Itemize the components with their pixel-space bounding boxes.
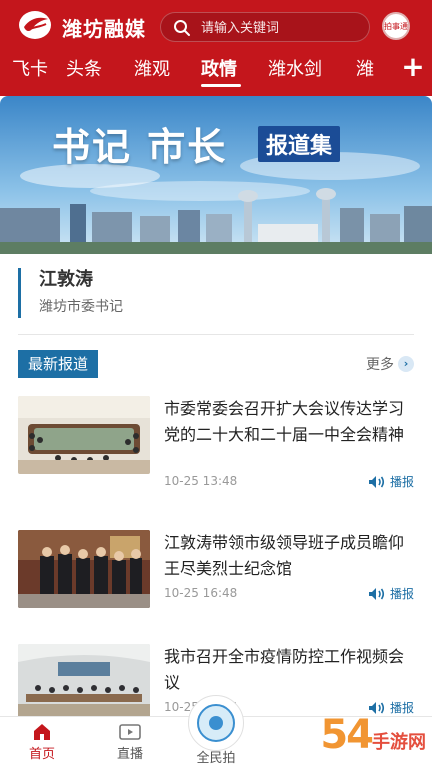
- broadcast-button[interactable]: 播报: [368, 473, 414, 490]
- tab-weishuijian[interactable]: 潍水剑: [268, 55, 322, 81]
- nav-home[interactable]: 首页: [12, 723, 72, 762]
- add-channel-icon[interactable]: +: [400, 52, 426, 82]
- active-tab-indicator: [201, 84, 241, 87]
- site-watermark: 54手游网: [320, 712, 426, 758]
- tab-weiguan[interactable]: 潍观: [134, 55, 170, 81]
- search-bar[interactable]: [160, 12, 370, 42]
- nav-live[interactable]: 直播: [100, 723, 160, 762]
- broadcast-label: 播报: [389, 475, 414, 489]
- news-title: 江敦涛带领市级领导班子成员瞻仰王尽美烈士纪念馆: [164, 533, 405, 578]
- divider: [18, 334, 414, 335]
- home-icon: [34, 724, 50, 740]
- nav-live-label: 直播: [116, 747, 143, 762]
- report-badge-button[interactable]: 拍事通: [382, 12, 410, 40]
- search-icon: [174, 20, 190, 36]
- more-label: 更多: [366, 357, 394, 373]
- tab-wei[interactable]: 潍: [356, 55, 374, 81]
- person-card[interactable]: 江敦涛 潍坊市委书记: [18, 268, 414, 318]
- tab-toutiao[interactable]: 头条: [66, 55, 102, 81]
- nav-citizen-photo[interactable]: 全民拍: [186, 747, 246, 766]
- more-link[interactable]: 更多 ›: [366, 354, 414, 374]
- news-thumbnail: [18, 396, 150, 474]
- banner-badge: 报道集: [258, 126, 341, 162]
- chevron-right-icon: ›: [398, 356, 414, 372]
- speaker-icon: [368, 587, 385, 600]
- app-logo-text: 潍坊融媒: [62, 17, 146, 41]
- broadcast-label: 播报: [389, 587, 414, 601]
- news-title: 市委常委会召开扩大会议传达学习党的二十大和二十届一中全会精神: [164, 399, 405, 444]
- watermark-suffix: 手游网: [372, 732, 426, 753]
- news-thumbnail: [18, 530, 150, 608]
- camera-icon: [197, 704, 235, 742]
- person-title: 潍坊市委书记: [39, 299, 123, 315]
- channel-tabs: 飞卡 头条 潍观 政情 潍水剑 潍: [0, 50, 395, 94]
- search-input[interactable]: [201, 17, 361, 39]
- top-bar: 潍坊融媒 拍事通: [0, 0, 432, 50]
- tv-icon: [119, 724, 141, 740]
- broadcast-button[interactable]: 播报: [368, 585, 414, 602]
- news-time: 10-25 16:48: [164, 586, 238, 600]
- person-name: 江敦涛: [39, 269, 93, 290]
- section-label: 最新报道: [18, 350, 99, 378]
- news-title: 我市召开全市疫情防控工作视频会议: [164, 647, 405, 692]
- speaker-icon: [368, 475, 385, 488]
- tab-feika[interactable]: 飞卡: [12, 55, 48, 81]
- tab-zhengqing[interactable]: 政情: [201, 55, 237, 81]
- news-thumbnail: [18, 644, 150, 722]
- news-item[interactable]: 江敦涛带领市级领导班子成员瞻仰王尽美烈士纪念馆 10-25 16:48 播报: [18, 530, 414, 630]
- camera-button[interactable]: [188, 695, 244, 751]
- leaders-report-banner[interactable]: 书记 市长 报道集: [0, 96, 432, 254]
- banner-title: 书记 市长: [52, 125, 228, 169]
- news-time: 10-25 13:48: [164, 474, 238, 488]
- nav-citizen-photo-label: 全民拍: [196, 751, 236, 766]
- logo-icon: [19, 11, 51, 39]
- nav-home-label: 首页: [28, 747, 55, 762]
- watermark-number: 54: [320, 712, 374, 758]
- news-item[interactable]: 市委常委会召开扩大会议传达学习党的二十大和二十届一中全会精神 10-25 13:…: [18, 396, 414, 496]
- app-header: 潍坊融媒 拍事通 飞卡 头条 潍观 政情 潍水剑 潍 +: [0, 0, 432, 96]
